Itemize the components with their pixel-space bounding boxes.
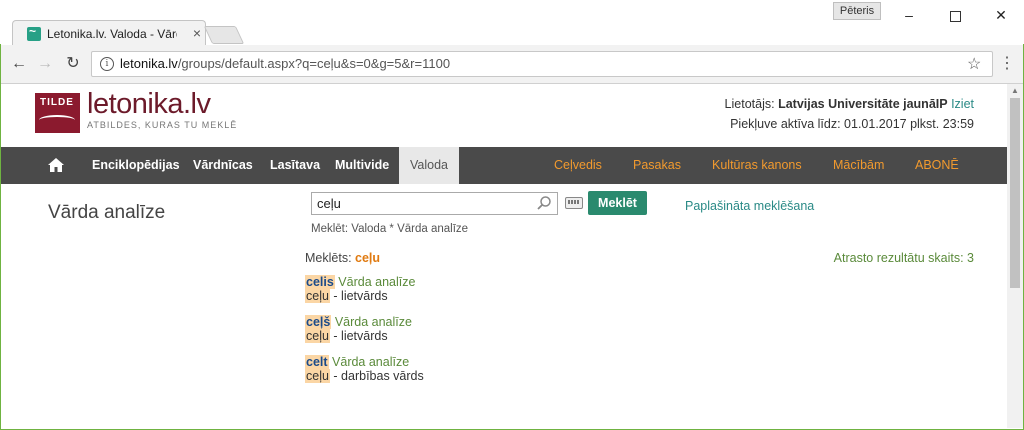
result-count: Atrasto rezultātu skaits: 3: [833, 251, 974, 265]
forward-arrow-icon[interactable]: →: [35, 54, 55, 74]
result-desc: - darbības vārds: [329, 369, 424, 383]
reload-icon[interactable]: ↻: [63, 54, 83, 74]
minimize-button[interactable]: –: [886, 0, 932, 30]
nav-subscribe[interactable]: ABONĒ: [915, 147, 959, 184]
access-info: Piekļuve aktīva līdz: 01.01.2017 plkst. …: [730, 117, 974, 131]
tab-title: Letonika.lv. Valoda - Vārd: [47, 27, 177, 41]
scroll-up-icon[interactable]: ▲: [1011, 86, 1019, 95]
keyboard-icon[interactable]: [565, 197, 583, 209]
result-type[interactable]: Vārda analīze: [332, 355, 409, 369]
result-form: ceļu: [305, 329, 330, 343]
result-item: celt Vārda analīze ceļu - darbības vārds: [305, 355, 424, 383]
maximize-button[interactable]: [932, 0, 978, 30]
nav-guide[interactable]: Ceļvedis: [554, 147, 602, 184]
nav-dictionaries[interactable]: Vārdnīcas: [193, 147, 253, 184]
result-item: ceļš Vārda analīze ceļu - lietvārds: [305, 315, 412, 343]
page-title: Vārda analīze: [48, 202, 166, 223]
back-arrow-icon[interactable]: ←: [9, 54, 29, 74]
browser-toolbar: ← → ↻ i letonika.lv/groups/default.aspx?…: [1, 45, 1023, 84]
nav-encyclopedias[interactable]: Enciklopēdijas: [92, 147, 180, 184]
result-word[interactable]: celis: [305, 275, 335, 289]
nav-language[interactable]: Valoda: [399, 147, 459, 184]
search-icon[interactable]: [536, 195, 552, 211]
title-bar: Letonika.lv. Valoda - Vārd × Pēteris – ✕: [0, 0, 1024, 47]
searched-term: Meklēts: ceļu: [305, 251, 381, 265]
logout-link[interactable]: Iziet: [951, 97, 974, 111]
tilde-logo[interactable]: TILDE: [35, 93, 80, 133]
search-value[interactable]: ceļu: [317, 196, 341, 211]
nav-learning[interactable]: Mācībām: [833, 147, 884, 184]
advanced-search-link[interactable]: Paplašināta meklēšana: [685, 199, 814, 213]
scroll-thumb[interactable]: [1010, 98, 1020, 288]
tab-close-icon[interactable]: ×: [190, 26, 204, 40]
page-content: TILDE letonika.lv ATBILDES, KURAS TU MEK…: [1, 84, 1007, 428]
nav-tales[interactable]: Pasakas: [633, 147, 681, 184]
nav-reading-room[interactable]: Lasītava: [270, 147, 320, 184]
url-text[interactable]: letonika.lv/groups/default.aspx?q=ceļu&s…: [120, 56, 450, 71]
address-bar[interactable]: i letonika.lv/groups/default.aspx?q=ceļu…: [91, 51, 993, 77]
site-favicon-icon: [27, 24, 41, 41]
search-button[interactable]: Meklēt: [588, 191, 647, 215]
result-form: ceļu: [305, 289, 330, 303]
user-info: Lietotājs: Latvijas Universitāte jaunāIP…: [724, 97, 974, 111]
search-input[interactable]: ceļu: [311, 192, 558, 215]
result-desc: - lietvārds: [329, 289, 388, 303]
result-item: celis Vārda analīze ceļu - lietvārds: [305, 275, 415, 303]
browser-menu-icon[interactable]: ⋮: [999, 54, 1015, 74]
result-word[interactable]: ceļš: [305, 315, 332, 329]
browser-tab[interactable]: Letonika.lv. Valoda - Vārd ×: [12, 20, 206, 47]
bookmark-star-icon[interactable]: ☆: [967, 54, 981, 74]
close-window-button[interactable]: ✕: [978, 0, 1024, 30]
result-type[interactable]: Vārda analīze: [335, 315, 412, 329]
result-type[interactable]: Vārda analīze: [338, 275, 415, 289]
home-icon[interactable]: [47, 156, 65, 174]
nav-multimedia[interactable]: Multivide: [335, 147, 389, 184]
profile-button[interactable]: Pēteris: [833, 2, 881, 20]
vertical-scrollbar[interactable]: ▲: [1007, 84, 1023, 428]
user-name: Latvijas Universitāte jaunāIP: [778, 97, 948, 111]
search-scope: Meklēt: Valoda * Vārda analīze: [311, 223, 469, 235]
info-icon[interactable]: i: [100, 57, 114, 71]
new-tab-button[interactable]: [203, 26, 245, 44]
result-form: ceļu: [305, 369, 330, 383]
result-desc: - lietvārds: [329, 329, 388, 343]
nav-culture-canon[interactable]: Kultūras kanons: [712, 147, 802, 184]
main-navbar: Enciklopēdijas Vārdnīcas Lasītava Multiv…: [1, 147, 1007, 184]
site-tagline: ATBILDES, KURAS TU MEKLĒ: [87, 120, 238, 130]
maximize-icon: [949, 10, 961, 22]
site-logo-text[interactable]: letonika.lv: [87, 88, 211, 121]
result-word[interactable]: celt: [305, 355, 329, 369]
